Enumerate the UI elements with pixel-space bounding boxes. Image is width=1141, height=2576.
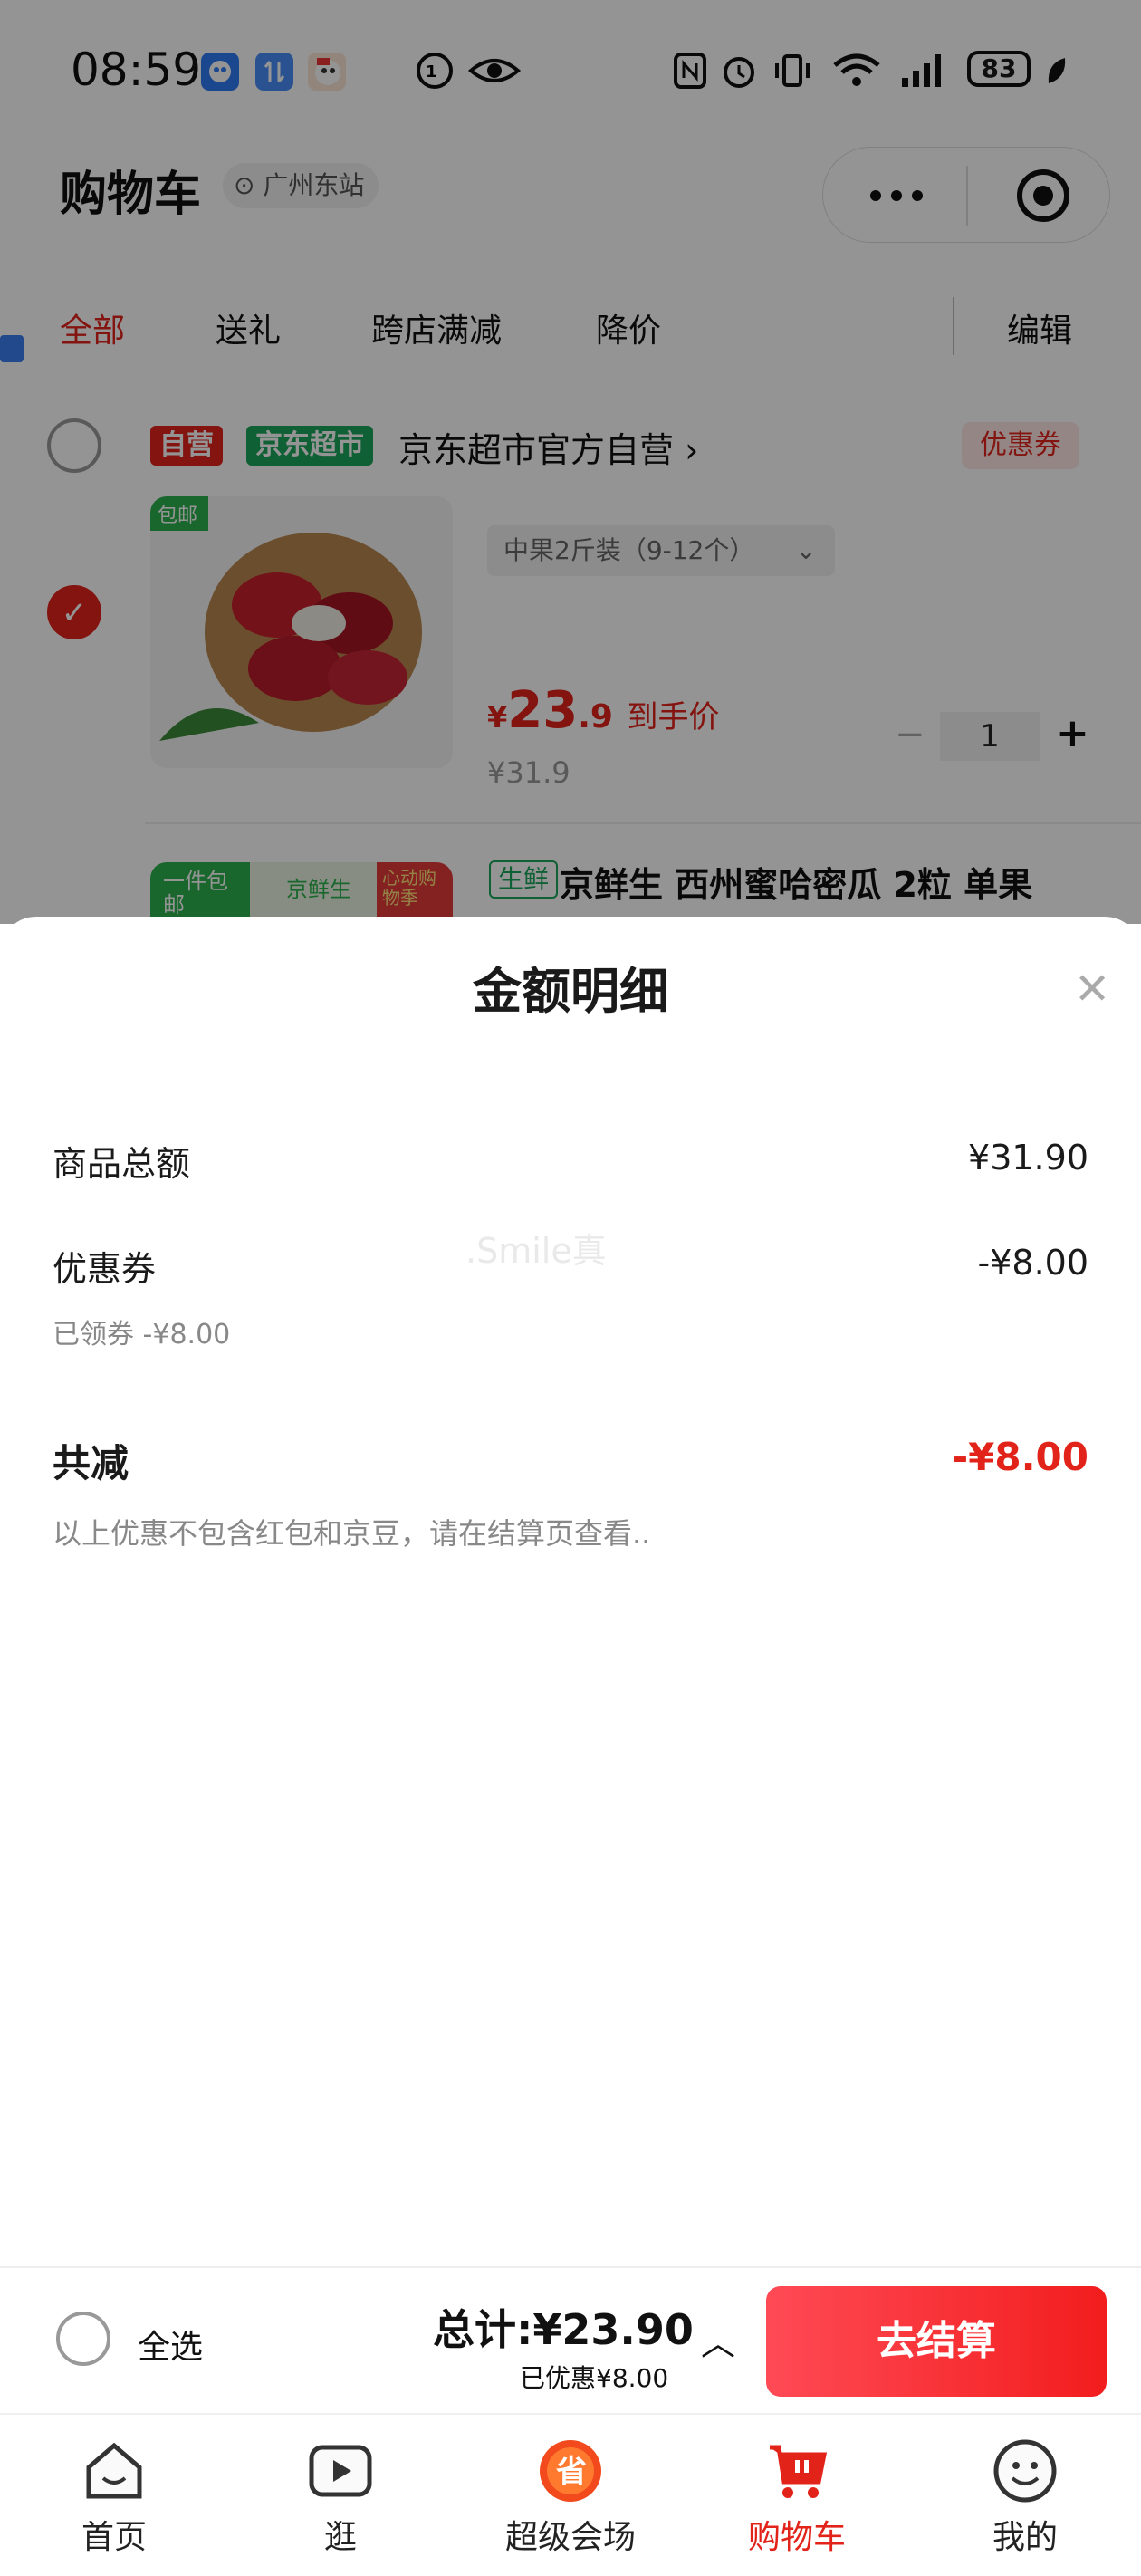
tab-super-venue[interactable]: 省 超级会场 <box>478 2437 663 2558</box>
modal-overlay[interactable] <box>0 0 1141 924</box>
coupon-value: -¥8.00 <box>977 1243 1089 1283</box>
goods-total-value: ¥31.90 <box>968 1138 1088 1177</box>
close-icon[interactable]: ✕ <box>1074 967 1110 1011</box>
goods-total-label: 商品总额 <box>53 1144 191 1184</box>
total-amount[interactable]: 总计:¥23.90 <box>433 2297 694 2357</box>
cart-page-background: 08:59 1 83 购物车 ⊙ 广州东站 全部 送礼 跨店满减 降价 编辑 自… <box>0 0 1141 924</box>
video-icon <box>306 2437 375 2505</box>
cart-icon <box>762 2437 831 2505</box>
coupon-label: 优惠券 <box>53 1249 157 1289</box>
tab-cart-label: 购物车 <box>747 2519 846 2556</box>
tab-home-label: 首页 <box>81 2519 147 2556</box>
chevron-up-icon[interactable]: ︿ <box>701 2315 735 2365</box>
total-reduce-label: 共减 <box>53 1441 129 1485</box>
total-reduce-value: -¥8.00 <box>952 1435 1088 1479</box>
tab-home[interactable]: 首页 <box>24 2437 205 2558</box>
coupon-subtext: 已领券 -¥8.00 <box>53 1319 231 1350</box>
discount-note: 以上优惠不包含红包和京豆，请在结算页查看.. <box>53 1516 651 1551</box>
amount-detail-sheet <box>0 917 1141 2266</box>
smiley-icon <box>991 2437 1060 2505</box>
tab-super-venue-label: 超级会场 <box>504 2519 636 2556</box>
tab-mine[interactable]: 我的 <box>935 2437 1116 2558</box>
super-venue-icon: 省 <box>536 2437 605 2505</box>
select-all-checkbox[interactable] <box>56 2312 110 2366</box>
watermark-text: .Smile真 <box>465 1231 607 1271</box>
saved-amount: 已优惠¥8.00 <box>520 2363 669 2393</box>
tab-browse[interactable]: 逛 <box>250 2437 431 2558</box>
tab-cart[interactable]: 购物车 <box>706 2437 887 2558</box>
home-icon <box>80 2437 149 2505</box>
tab-browse-label: 逛 <box>323 2519 357 2556</box>
tab-mine-label: 我的 <box>992 2519 1058 2556</box>
sheet-title: 金额明细 <box>473 963 668 1020</box>
checkout-button[interactable]: 去结算 <box>766 2286 1107 2397</box>
svg-text:省: 省 <box>556 2454 587 2490</box>
select-all-label[interactable]: 全选 <box>138 2321 203 2368</box>
